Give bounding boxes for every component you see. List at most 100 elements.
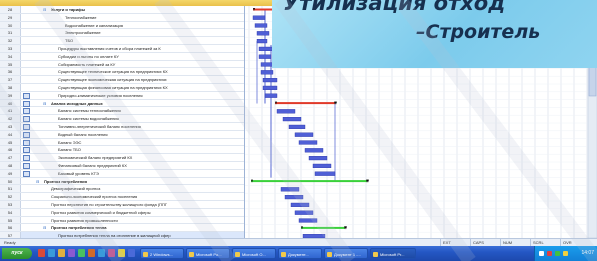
task-row-number[interactable]: 33	[0, 44, 21, 52]
task-name[interactable]: Водоснабжение и канализация	[65, 22, 240, 29]
taskbar-window-button[interactable]: 2 Windows...	[140, 248, 184, 259]
task-row-number[interactable]: 50	[0, 177, 21, 185]
task-row-number[interactable]: 30	[0, 21, 21, 29]
task-name[interactable]: Базовый уровень КТЭ	[58, 170, 240, 177]
task-name[interactable]: Прогноз потребления	[44, 178, 240, 185]
task-row[interactable]: 48 Финансовый баланс предприятий КХ	[0, 161, 244, 170]
task-row[interactable]: 42 Баланс системы водоснабжения	[0, 115, 244, 123]
task-row[interactable]: 37 Существующее экономическая ситуация на…	[0, 76, 244, 84]
quicklaunch-icon[interactable]	[38, 249, 45, 257]
task-row-number[interactable]: 56	[0, 224, 21, 232]
task-row-number[interactable]: 49	[0, 169, 21, 177]
quicklaunch-icon[interactable]	[78, 249, 85, 257]
task-row-number[interactable]: 48	[0, 161, 21, 169]
task-name[interactable]: ТБО	[65, 37, 240, 44]
task-row-number[interactable]: 34	[0, 52, 21, 60]
task-row-number[interactable]: 38	[0, 83, 21, 91]
task-row[interactable]: 28 ⊟ Услуги и тарифы	[0, 6, 244, 14]
task-row[interactable]: 32 ТБО	[0, 37, 244, 45]
quicklaunch-icon[interactable]	[98, 249, 105, 257]
network-icon[interactable]	[555, 251, 560, 256]
task-name[interactable]: Теплоснабжение	[65, 14, 240, 21]
quicklaunch-icon[interactable]	[118, 249, 125, 257]
task-row[interactable]: 51 Демографический прогноз	[0, 185, 244, 194]
language-icon[interactable]	[539, 251, 544, 256]
task-name[interactable]: Баланс ТБО	[58, 146, 240, 153]
task-row[interactable]: 54 Прогноз развития коммерческой и бюджет…	[0, 208, 244, 217]
task-row-number[interactable]: 53	[0, 200, 21, 208]
task-row-number[interactable]: 32	[0, 37, 21, 44]
task-name[interactable]: Водный баланс поселения	[58, 131, 240, 138]
task-row[interactable]: 30 Водоснабжение и канализация	[0, 21, 244, 30]
task-name[interactable]: Прогноз развития коммерческой и бюджетно…	[51, 209, 240, 216]
taskbar-window-button[interactable]: Документ...	[278, 248, 322, 259]
task-name[interactable]: Существующее техническое ситуация на пре…	[58, 68, 240, 75]
task-name[interactable]: Баланс системы водоснабжения	[58, 115, 240, 122]
task-row-number[interactable]: 55	[0, 216, 21, 224]
task-name[interactable]: Собираемость платежей за КУ	[58, 61, 240, 68]
task-name[interactable]: Баланс ЭЭС	[58, 139, 240, 146]
task-row-number[interactable]: 28	[0, 6, 21, 13]
task-row[interactable]: 38 Существующая финансовая ситуация на пр…	[0, 83, 244, 92]
task-name[interactable]: Демографический прогноз	[51, 185, 240, 192]
task-row-number[interactable]: 51	[0, 185, 21, 193]
quicklaunch-icon[interactable]	[68, 249, 75, 257]
taskbar-window-button[interactable]: Microsoft Pr...	[370, 248, 416, 259]
taskbar-window-button[interactable]: Microsoft O...	[232, 248, 276, 259]
task-name[interactable]: Процедуры выставления счетов и сбора пла…	[58, 45, 240, 52]
task-row[interactable]: 31 Электроснабжение	[0, 29, 244, 38]
task-name[interactable]: Услуги и тарифы	[51, 6, 240, 13]
task-row-number[interactable]: 44	[0, 130, 21, 138]
task-row[interactable]: 49 Базовый уровень КТЭ	[0, 169, 244, 178]
task-name[interactable]: Экономический баланс предприятий КХ	[58, 154, 240, 161]
quicklaunch-icon[interactable]	[88, 249, 95, 257]
task-row[interactable]: 45 Баланс ЭЭС	[0, 138, 244, 147]
task-row-number[interactable]: 45	[0, 138, 21, 146]
task-row[interactable]: 47 Экономический баланс предприятий КХ	[0, 154, 244, 162]
task-row-number[interactable]: 46	[0, 146, 21, 154]
task-row-number[interactable]: 40	[0, 99, 21, 107]
start-button[interactable]: пуск	[2, 248, 32, 259]
task-name[interactable]: Финансовый баланс предприятий КХ	[58, 162, 240, 169]
quicklaunch-icon[interactable]	[108, 249, 115, 257]
task-row[interactable]: 50 ⊟ Прогноз потребления	[0, 177, 244, 186]
task-row-number[interactable]: 35	[0, 60, 21, 68]
quicklaunch-icon[interactable]	[128, 249, 135, 257]
task-name[interactable]: Существующее экономическая ситуация на п…	[58, 76, 240, 83]
task-name[interactable]: Анализ исходных данных	[51, 100, 240, 107]
task-row[interactable]: 56 ⊟ Прогноз потребления тепла	[0, 224, 244, 233]
task-row-number[interactable]: 29	[0, 13, 21, 21]
task-name[interactable]: Прогноз потребления тепла	[51, 224, 240, 231]
task-row-number[interactable]: 31	[0, 29, 21, 37]
task-name[interactable]: Прогноз перспектив по строительству жили…	[51, 201, 240, 208]
task-name[interactable]: Электроснабжение	[65, 29, 240, 36]
task-row-number[interactable]: 42	[0, 115, 21, 122]
task-name[interactable]: Существующая финансовая ситуация на пред…	[58, 84, 240, 91]
task-name[interactable]: Прогноз развития промышленности	[51, 217, 240, 224]
task-name[interactable]: Субсидии и льготы по оплате КУ	[58, 53, 240, 60]
task-row-number[interactable]: 41	[0, 107, 21, 115]
task-name[interactable]: Топливно-энергетический баланс поселения	[58, 123, 240, 130]
volume-icon[interactable]	[563, 251, 568, 256]
task-row[interactable]: 34 Субсидии и льготы по оплате КУ	[0, 52, 244, 61]
task-row[interactable]: 46 Баланс ТБО	[0, 146, 244, 155]
task-name[interactable]: Баланс системы теплоснабжения	[58, 107, 240, 114]
task-row-number[interactable]: 37	[0, 76, 21, 83]
task-row[interactable]: 53 Прогноз перспектив по строительству жи…	[0, 200, 244, 209]
task-row-number[interactable]: 43	[0, 122, 21, 130]
task-row-number[interactable]: 39	[0, 91, 21, 99]
antivirus-icon[interactable]	[547, 251, 552, 256]
task-row-number[interactable]: 47	[0, 154, 21, 161]
task-row[interactable]: 55 Прогноз развития промышленности	[0, 216, 244, 225]
task-name[interactable]: Природно-климатические условия поселения	[58, 92, 240, 99]
task-row[interactable]: 44 Водный баланс поселения	[0, 130, 244, 139]
task-name[interactable]: Социально-экономический прогноз поселени…	[51, 193, 240, 200]
quicklaunch-icon[interactable]	[58, 249, 65, 257]
task-row[interactable]: 39 Природно-климатические условия поселен…	[0, 91, 244, 100]
task-row-number[interactable]: 36	[0, 68, 21, 76]
task-row[interactable]: 41 Баланс системы теплоснабжения	[0, 107, 244, 116]
task-row-number[interactable]: 52	[0, 193, 21, 200]
task-row[interactable]: 33 Процедуры выставления счетов и сбора п…	[0, 44, 244, 53]
task-row[interactable]: 35 Собираемость платежей за КУ	[0, 60, 244, 69]
quicklaunch-icon[interactable]	[48, 249, 55, 257]
